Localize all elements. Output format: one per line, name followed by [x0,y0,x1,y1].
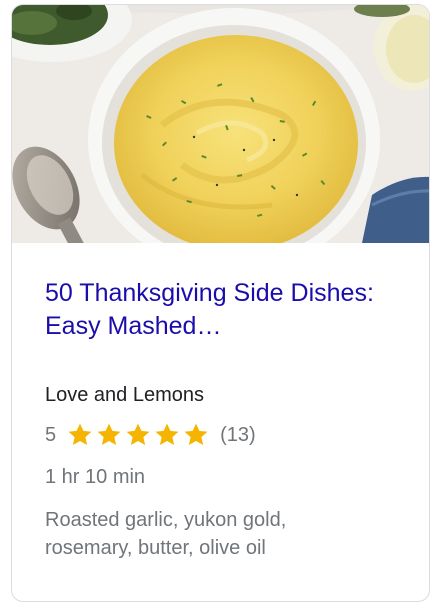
rating-value: 5 [45,423,57,446]
cook-time: 1 hr 10 min [45,466,146,488]
star-icon [184,423,208,446]
star-icon [126,423,150,446]
recipe-source: Love and Lemons [45,384,205,406]
recipe-thumbnail[interactable] [12,5,429,243]
star-icon [68,423,92,446]
recipe-card[interactable]: 50 Thanksgiving Side Dishes: Easy Mashed… [11,4,430,602]
mashed-potatoes-photo [12,5,429,243]
star-icon [97,423,121,446]
star-icon [155,423,179,446]
rating-row: 5 (13) [45,421,409,449]
ingredients-list: Roasted garlic, yukon gold, rosemary, bu… [45,509,287,559]
recipe-details: 50 Thanksgiving Side Dishes: Easy Mashed… [45,243,409,562]
recipe-title-link[interactable]: 50 Thanksgiving Side Dishes: Easy Mashed… [45,277,409,343]
star-rating [66,421,210,449]
rating-count: (13) [220,423,256,446]
